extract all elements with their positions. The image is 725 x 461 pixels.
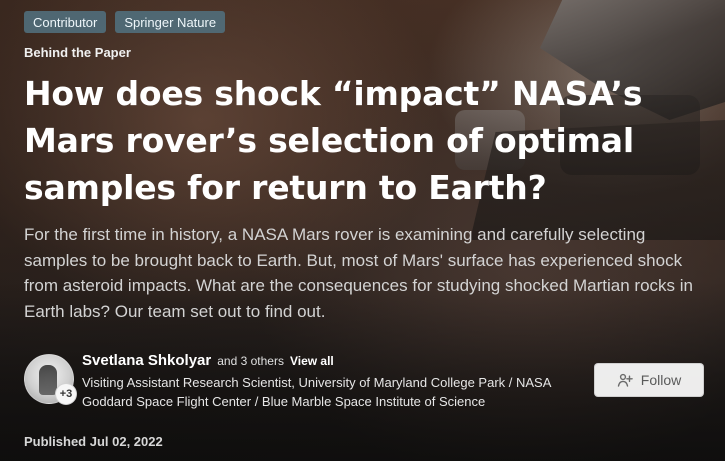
tag-springer-nature[interactable]: Springer Nature: [115, 11, 226, 33]
article-title: How does shock “impact” NASA’s Mars rove…: [24, 74, 643, 207]
author-line: Svetlana Shkolyar and 3 others View all: [82, 352, 334, 369]
author-name[interactable]: Svetlana Shkolyar: [82, 352, 211, 369]
follow-button[interactable]: Follow: [594, 363, 704, 397]
add-user-icon: [617, 372, 633, 388]
tag-list: Contributor Springer Nature: [24, 11, 226, 33]
avatar-more-badge[interactable]: +3: [55, 383, 77, 405]
author-extra: and 3 others: [217, 354, 284, 368]
view-all-link[interactable]: View all: [290, 354, 334, 368]
article-kicker: Behind the Paper: [24, 45, 131, 60]
author-affiliation: Visiting Assistant Research Scientist, U…: [82, 375, 551, 409]
author-row: +3 Svetlana Shkolyar and 3 others View a…: [24, 352, 704, 422]
follow-button-label: Follow: [640, 372, 682, 388]
published-date: Published Jul 02, 2022: [24, 434, 163, 449]
tag-contributor[interactable]: Contributor: [24, 11, 107, 33]
article-abstract: For the first time in history, a NASA Ma…: [24, 225, 693, 321]
